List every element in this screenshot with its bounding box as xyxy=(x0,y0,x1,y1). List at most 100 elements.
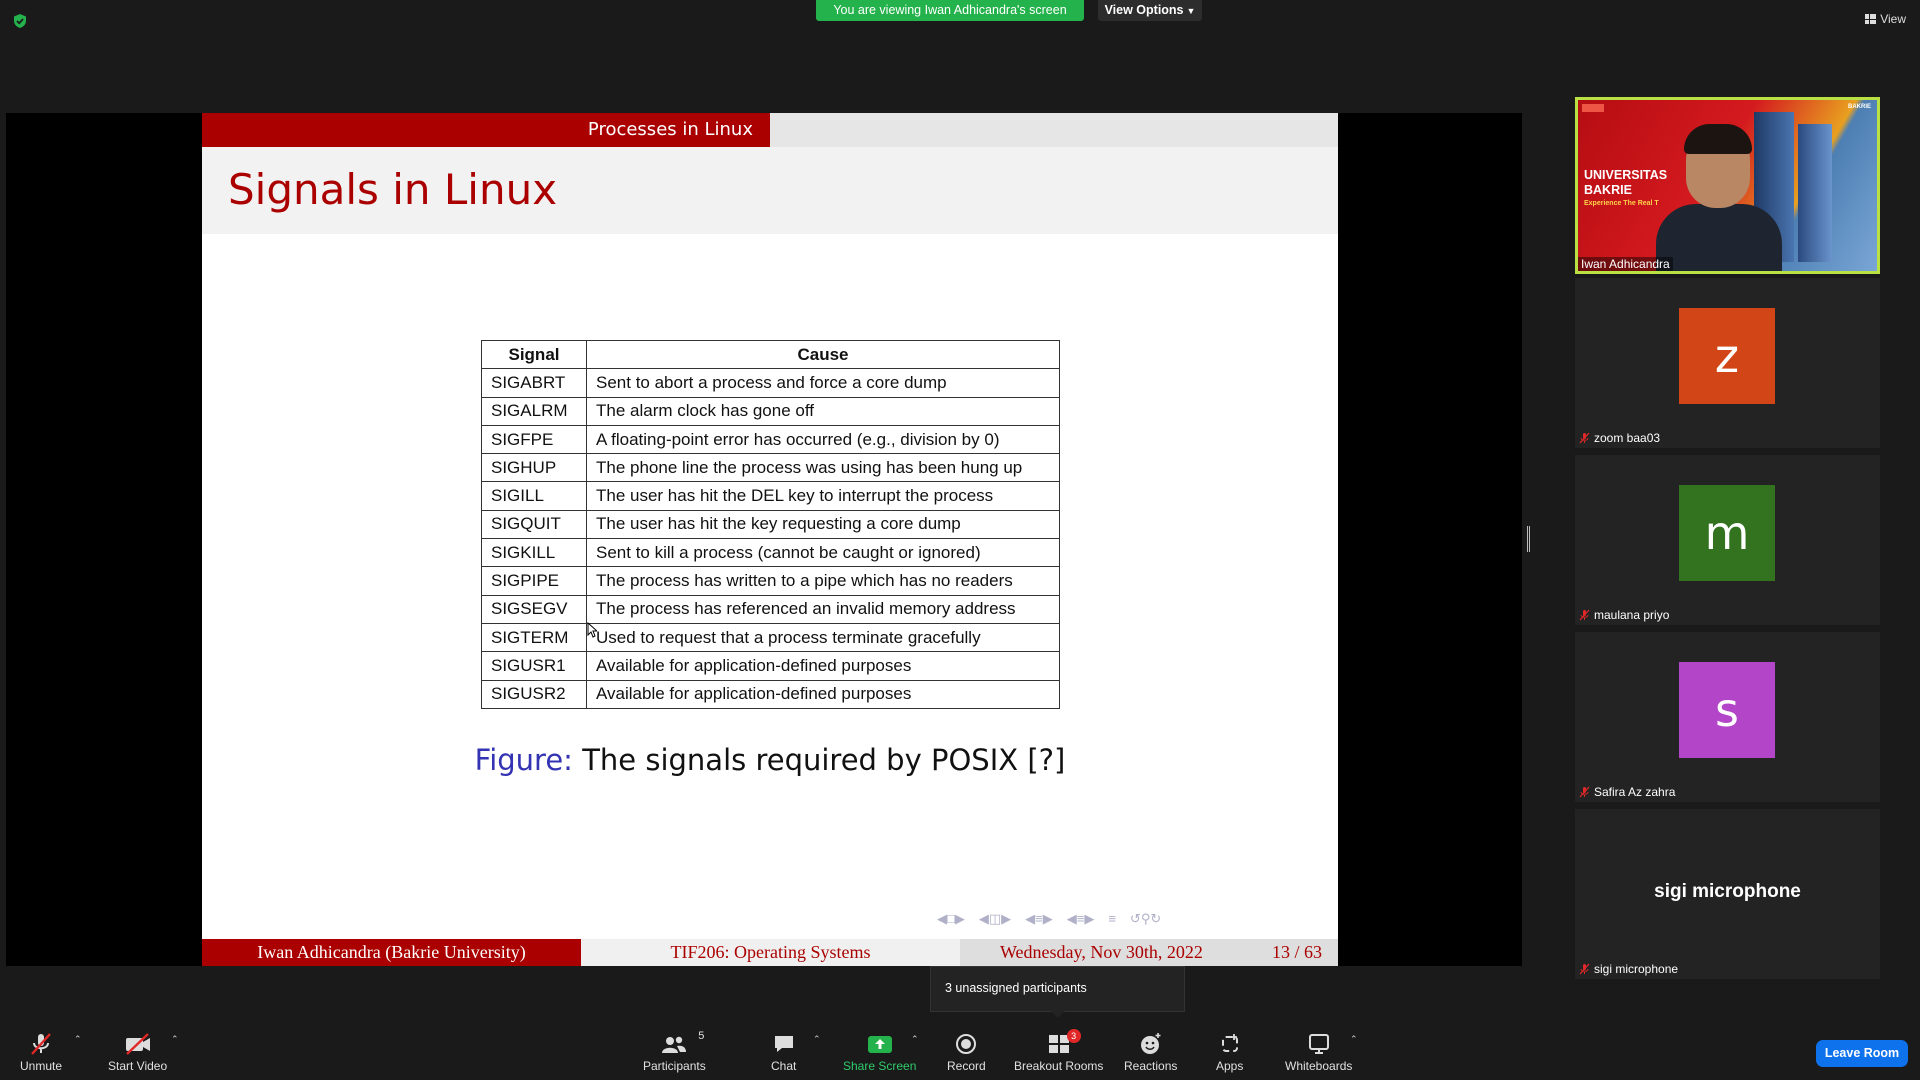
chat-icon xyxy=(772,1032,796,1056)
beamer-navigation-symbols[interactable]: ◀□▶ ◀◫▶ ◀≡▶ ◀≡▶ ≡ ↺⚲↻ xyxy=(937,911,1161,927)
breakout-rooms-button[interactable]: 3 Breakout Rooms xyxy=(1014,1029,1103,1073)
caption-label: Figure: xyxy=(474,743,573,777)
nav-section-icon[interactable]: ◀≡▶ xyxy=(1025,911,1053,927)
start-video-label: Start Video xyxy=(108,1059,168,1073)
nav-appendix-icon[interactable]: ≡ xyxy=(1108,911,1116,927)
table-row: SIGKILL Sent to kill a process (cannot be… xyxy=(481,538,1060,568)
footer-course: TIF206: Operating Systems xyxy=(581,939,960,966)
signal-name-cell: SIGUSR2 xyxy=(481,679,587,709)
signal-name-cell: SIGILL xyxy=(481,481,587,511)
record-button[interactable]: Record xyxy=(947,1032,986,1073)
footer-date: Wednesday, Nov 30th, 2022 xyxy=(1000,942,1203,962)
table-row: SIGSEGV The process has referenced an inv… xyxy=(481,594,1060,624)
signal-name-cell: SIGABRT xyxy=(481,368,587,398)
table-row: SIGHUP The phone line the process was usi… xyxy=(481,453,1060,483)
chat-options-caret[interactable]: ⌃ xyxy=(813,1032,821,1045)
participant-tile[interactable]: m maulana priyo xyxy=(1575,455,1880,625)
audio-options-caret[interactable]: ⌃ xyxy=(74,1032,82,1045)
participant-tile[interactable]: sigi microphone sigi microphone xyxy=(1575,809,1880,979)
table-header-signal: Signal xyxy=(481,339,587,370)
active-speaker-video-tile[interactable]: BAKRIE UNIVERSITAS BAKRIE Experience The… xyxy=(1575,97,1880,274)
nav-search-back-icon[interactable]: ↺⚲↻ xyxy=(1130,911,1161,927)
participants-button[interactable]: 5 Participants xyxy=(643,1030,706,1073)
apps-icon xyxy=(1218,1032,1242,1056)
tooltip-arrow xyxy=(1051,1011,1065,1018)
table-header-cause: Cause xyxy=(586,339,1060,370)
university-logo xyxy=(1582,104,1604,112)
footer-author: Iwan Adhicandra (Bakrie University) xyxy=(202,939,581,966)
view-layout-button[interactable]: View xyxy=(1865,12,1906,26)
shared-screen: Processes in Linux Signals in Linux Sign… xyxy=(6,113,1522,966)
avatar: z xyxy=(1679,308,1775,404)
nav-document-icon[interactable]: ◀≡▶ xyxy=(1067,911,1095,927)
mic-muted-icon xyxy=(1579,609,1590,621)
signal-name-cell: SIGKILL xyxy=(481,538,587,568)
security-shield-icon[interactable] xyxy=(12,13,28,29)
signal-name-cell: SIGSEGV xyxy=(481,594,587,624)
unmute-button[interactable]: Unmute xyxy=(20,1032,62,1073)
mic-muted-icon xyxy=(1579,963,1590,975)
slide-title: Signals in Linux xyxy=(228,165,558,214)
participants-count: 5 xyxy=(698,1030,705,1042)
participant-name: sigi microphone xyxy=(1594,962,1679,976)
nav-subsection-icon[interactable]: ◀◫▶ xyxy=(979,911,1011,927)
video-off-icon xyxy=(124,1032,152,1056)
share-screen-button[interactable]: Share Screen xyxy=(843,1032,916,1073)
table-row: SIGABRT Sent to abort a process and force… xyxy=(481,368,1060,398)
university-banner-text: UNIVERSITAS BAKRIE xyxy=(1584,168,1667,198)
figure-caption: Figure: The signals required by POSIX [?… xyxy=(202,743,1338,777)
table-header-row: Signal Cause xyxy=(481,339,1060,370)
signals-table: Signal Cause SIGABRT Sent to abort a proc… xyxy=(481,339,1060,709)
participant-display-name: sigi microphone xyxy=(1654,881,1801,902)
signal-cause-cell: The user has hit the key requesting a co… xyxy=(586,509,1060,540)
table-row: SIGUSR1 Available for application-defined… xyxy=(481,651,1060,681)
signal-cause-cell: The phone line the process was using has… xyxy=(586,453,1060,483)
mic-off-icon xyxy=(29,1032,53,1056)
slide-header-bar: Processes in Linux xyxy=(202,113,1338,147)
participant-name: maulana priyo xyxy=(1594,608,1670,622)
share-screen-icon xyxy=(867,1032,893,1056)
whiteboard-icon xyxy=(1307,1032,1331,1056)
caret-up-icon: ⌃ xyxy=(74,1034,82,1044)
caret-up-icon: ⌃ xyxy=(1350,1034,1358,1044)
caret-up-icon: ⌃ xyxy=(171,1034,179,1044)
table-row: SIGALRM The alarm clock has gone off xyxy=(481,396,1060,426)
video-options-caret[interactable]: ⌃ xyxy=(171,1032,179,1045)
signal-name-cell: SIGTERM xyxy=(481,622,587,653)
share-screen-label: Share Screen xyxy=(843,1059,917,1073)
signal-name-cell: SIGHUP xyxy=(481,453,587,483)
table-row: SIGQUIT The user has hit the key requesti… xyxy=(481,509,1060,540)
panel-resize-handle[interactable] xyxy=(1527,526,1530,552)
chat-button[interactable]: Chat xyxy=(771,1032,796,1073)
participant-tile[interactable]: z zoom baa03 xyxy=(1575,278,1880,448)
start-video-button[interactable]: Start Video xyxy=(108,1032,167,1073)
apps-label: Apps xyxy=(1216,1059,1244,1073)
nav-frame-icon[interactable]: ◀□▶ xyxy=(937,911,965,927)
background-building xyxy=(1798,124,1832,262)
view-label: View xyxy=(1880,12,1906,26)
caret-up-icon: ⌃ xyxy=(911,1034,919,1044)
mouse-cursor-icon xyxy=(587,622,597,638)
whiteboards-button[interactable]: Whiteboards xyxy=(1285,1032,1352,1073)
chat-label: Chat xyxy=(771,1059,797,1073)
breakout-rooms-icon: 3 xyxy=(1047,1029,1081,1056)
table-row: SIGUSR2 Available for application-defined… xyxy=(481,679,1060,709)
whiteboards-label: Whiteboards xyxy=(1285,1059,1353,1073)
signal-cause-cell: Sent to abort a process and force a core… xyxy=(586,368,1060,398)
leave-room-button[interactable]: Leave Room xyxy=(1816,1040,1908,1067)
whiteboards-options-caret[interactable]: ⌃ xyxy=(1350,1032,1358,1045)
view-options-button[interactable]: View Options ▼ xyxy=(1098,0,1202,21)
signal-cause-cell: Sent to kill a process (cannot be caught… xyxy=(586,538,1060,568)
participants-icon: 5 xyxy=(660,1030,704,1056)
participant-tile[interactable]: s Safira Az zahra xyxy=(1575,632,1880,802)
signal-name-cell: SIGFPE xyxy=(481,424,587,455)
participant-name: zoom baa03 xyxy=(1594,431,1661,445)
avatar: s xyxy=(1679,662,1775,758)
reactions-button[interactable]: Reactions xyxy=(1124,1032,1177,1073)
signal-cause-cell: Available for application-defined purpos… xyxy=(586,651,1060,681)
apps-button[interactable]: Apps xyxy=(1216,1032,1243,1073)
signal-name-cell: SIGALRM xyxy=(481,396,587,426)
signal-cause-cell: Used to request that a process terminate… xyxy=(586,622,1060,653)
participant-name-row: maulana priyo xyxy=(1579,608,1669,622)
share-options-caret[interactable]: ⌃ xyxy=(911,1032,919,1045)
